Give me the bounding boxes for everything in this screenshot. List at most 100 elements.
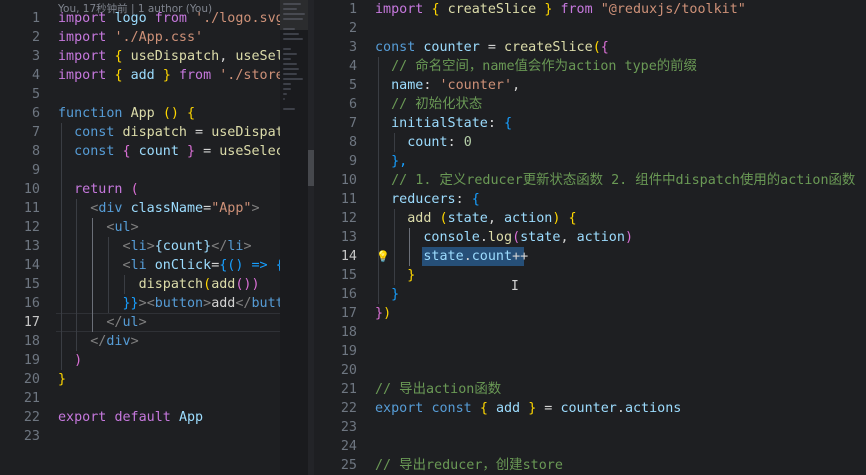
code-line[interactable]: 6 // 初始化状态 <box>314 95 866 114</box>
code-line[interactable]: 4 // 命名空间，name值会作为action type的前缀 <box>314 57 866 76</box>
code-line[interactable]: 7 initialState: { <box>314 114 866 133</box>
line-number: 10 <box>23 182 40 197</box>
line-number: 18 <box>23 334 40 349</box>
code-line[interactable]: 2 <box>314 19 866 38</box>
code-token: > <box>146 239 155 254</box>
line-number: 1 <box>348 2 357 17</box>
code-line[interactable]: 23 <box>0 427 280 446</box>
code-line[interactable]: 9 <box>0 161 280 180</box>
code-line[interactable]: 14 state.count++ <box>314 247 866 266</box>
code-line[interactable]: 18 <box>314 323 866 342</box>
code-line[interactable]: 22 export const { add } = counter.actions <box>314 399 866 418</box>
code-token: { <box>187 106 196 121</box>
code-line[interactable]: 11 <div className="App"> <box>0 199 280 218</box>
code-token: , <box>219 49 236 64</box>
code-token: ul <box>122 315 139 330</box>
code-line[interactable]: 22 export default App <box>0 408 280 427</box>
code-line[interactable]: 10 return ( <box>0 180 280 199</box>
line-number: 4 <box>31 68 40 83</box>
code-token: // 1. 定义reducer更新状态函数 2. 组件中dispatch使用的a… <box>391 173 856 188</box>
code-line[interactable]: 5 name: 'counter', <box>314 76 866 95</box>
code-token: { <box>479 401 488 416</box>
minimap[interactable] <box>280 0 308 475</box>
code-line[interactable]: 21 <box>0 389 280 408</box>
code-token: </ <box>235 296 252 311</box>
code-token: } <box>162 68 171 83</box>
code-line[interactable]: 8 const { count } = useSelector(state =>… <box>0 142 280 161</box>
code-token: = <box>536 401 561 416</box>
code-text: add (state, action) { <box>375 209 576 228</box>
code-token: dispatch <box>138 277 204 292</box>
code-line[interactable]: 3 const counter = createSlice({ <box>314 38 866 57</box>
code-line[interactable]: 8 count: 0 <box>314 133 866 152</box>
line-number: 9 <box>31 163 40 178</box>
minimap-line <box>283 33 299 35</box>
code-line[interactable]: 12 <ul> <box>0 218 280 237</box>
code-line[interactable]: 16 }}><button>add</button> <box>0 294 280 313</box>
code-line[interactable]: 20 <box>314 361 866 380</box>
line-number: 23 <box>340 420 357 435</box>
code-token: {count} <box>154 239 212 254</box>
code-line[interactable]: 6 function App () { <box>0 104 280 123</box>
code-token: import <box>58 68 107 83</box>
line-number: 20 <box>340 363 357 378</box>
code-line[interactable]: 23 <box>314 418 866 437</box>
code-line[interactable]: 14 <li onClick={() => { <box>0 256 280 275</box>
code-line[interactable]: 4 import { add } from './store/counterSli… <box>0 66 280 85</box>
editor-pane-counter-slice[interactable]: 💡 1 import { createSlice } from "@reduxjs/… <box>314 0 866 475</box>
code-line[interactable]: 5 <box>0 85 280 104</box>
code-token: counter <box>423 40 480 55</box>
code-line[interactable]: 24 <box>314 437 866 456</box>
code-line[interactable]: 19 <box>314 342 866 361</box>
code-line[interactable]: 21 // 导出action函数 <box>314 380 866 399</box>
line-number: 15 <box>340 268 357 283</box>
code-line[interactable]: 9 }, <box>314 152 866 171</box>
code-text: <li>{count}</li> <box>58 237 252 256</box>
code-line[interactable]: 19 ) <box>0 351 280 370</box>
minimap-viewport-slider[interactable] <box>280 0 308 30</box>
code-token: useDispatch <box>130 49 220 64</box>
code-token: import <box>58 49 107 64</box>
code-line[interactable]: 7 const dispatch = useDispatch() <box>0 123 280 142</box>
code-text: initialState: { <box>375 114 512 133</box>
code-text: console.log(state, action) <box>375 228 633 247</box>
code-text: export const { add } = counter.actions <box>375 399 681 418</box>
code-line[interactable]: 10 // 1. 定义reducer更新状态函数 2. 组件中dispatch使… <box>314 171 866 190</box>
code-line[interactable]: 1 import logo from './logo.svg' <box>0 9 280 28</box>
code-line[interactable]: 2 import './App.css' <box>0 28 280 47</box>
code-line[interactable]: 17}) <box>314 304 866 323</box>
code-line[interactable]: 17 </ul> <box>0 313 280 332</box>
code-line[interactable]: 20} <box>0 370 280 389</box>
code-line[interactable]: 18 </div> <box>0 332 280 351</box>
code-token: counter <box>560 401 617 416</box>
code-token: createSlice <box>504 40 593 55</box>
code-line[interactable]: 13 console.log(state, action) <box>314 228 866 247</box>
code-line[interactable]: 12 add (state, action) { <box>314 209 866 228</box>
code-line[interactable]: 1 import { createSlice } from "@reduxjs/t… <box>314 0 866 19</box>
editor-pane-app-jsx[interactable]: You, 17秒钟前 | 1 author (You) 1 import logo… <box>0 0 280 475</box>
code-line[interactable]: 13 <li>{count}</li> <box>0 237 280 256</box>
code-token: ()) <box>235 277 260 292</box>
code-line[interactable]: 3 import { useDispatch, useSelector } fro… <box>0 47 280 66</box>
line-number: 14 <box>340 249 357 264</box>
code-line[interactable]: 15 } <box>314 266 866 285</box>
code-line[interactable]: 25 // 导出reducer，创建store <box>314 456 866 475</box>
code-token: // 导出reducer，创建store <box>375 458 563 473</box>
code-text: }) <box>375 304 391 323</box>
code-line[interactable]: 11 reducers: { <box>314 190 866 209</box>
code-line[interactable]: 16 } <box>314 285 866 304</box>
code-line[interactable]: 15 dispatch(add()) <box>0 275 280 294</box>
code-token: default <box>114 410 171 425</box>
